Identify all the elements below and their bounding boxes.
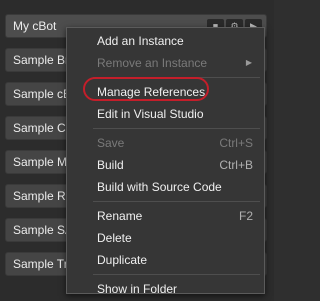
shortcut-label: Ctrl+S (219, 136, 253, 150)
menu-item-delete[interactable]: Delete (67, 227, 264, 249)
menu-separator (93, 201, 260, 202)
menu-item-duplicate[interactable]: Duplicate (67, 249, 264, 271)
menu-item-add-instance[interactable]: Add an Instance (67, 30, 264, 52)
shortcut-label: F2 (238, 209, 253, 223)
menu-item-remove-instance[interactable]: Remove an Instance ▶ (67, 52, 264, 74)
menu-item-rename[interactable]: Rename F2 (67, 205, 264, 227)
menu-item-build[interactable]: Build Ctrl+B (67, 154, 264, 176)
cbot-item-label: Sample Ma (13, 155, 74, 169)
menu-item-build-source[interactable]: Build with Source Code (67, 176, 264, 198)
cbot-item-label: My cBot (13, 19, 57, 33)
menu-item-show-folder[interactable]: Show in Folder (67, 278, 264, 300)
menu-item-save[interactable]: Save Ctrl+S (67, 132, 264, 154)
menu-separator (93, 128, 260, 129)
shortcut-label: Ctrl+B (219, 158, 253, 172)
menu-separator (93, 274, 260, 275)
context-menu: Add an Instance Remove an Instance ▶ Man… (66, 27, 265, 296)
chevron-right-icon: ▶ (245, 58, 252, 67)
menu-item-edit-visual-studio[interactable]: Edit in Visual Studio (67, 103, 264, 125)
highlight-ring (83, 77, 209, 101)
cbot-item-label: Sample SA (13, 223, 74, 237)
